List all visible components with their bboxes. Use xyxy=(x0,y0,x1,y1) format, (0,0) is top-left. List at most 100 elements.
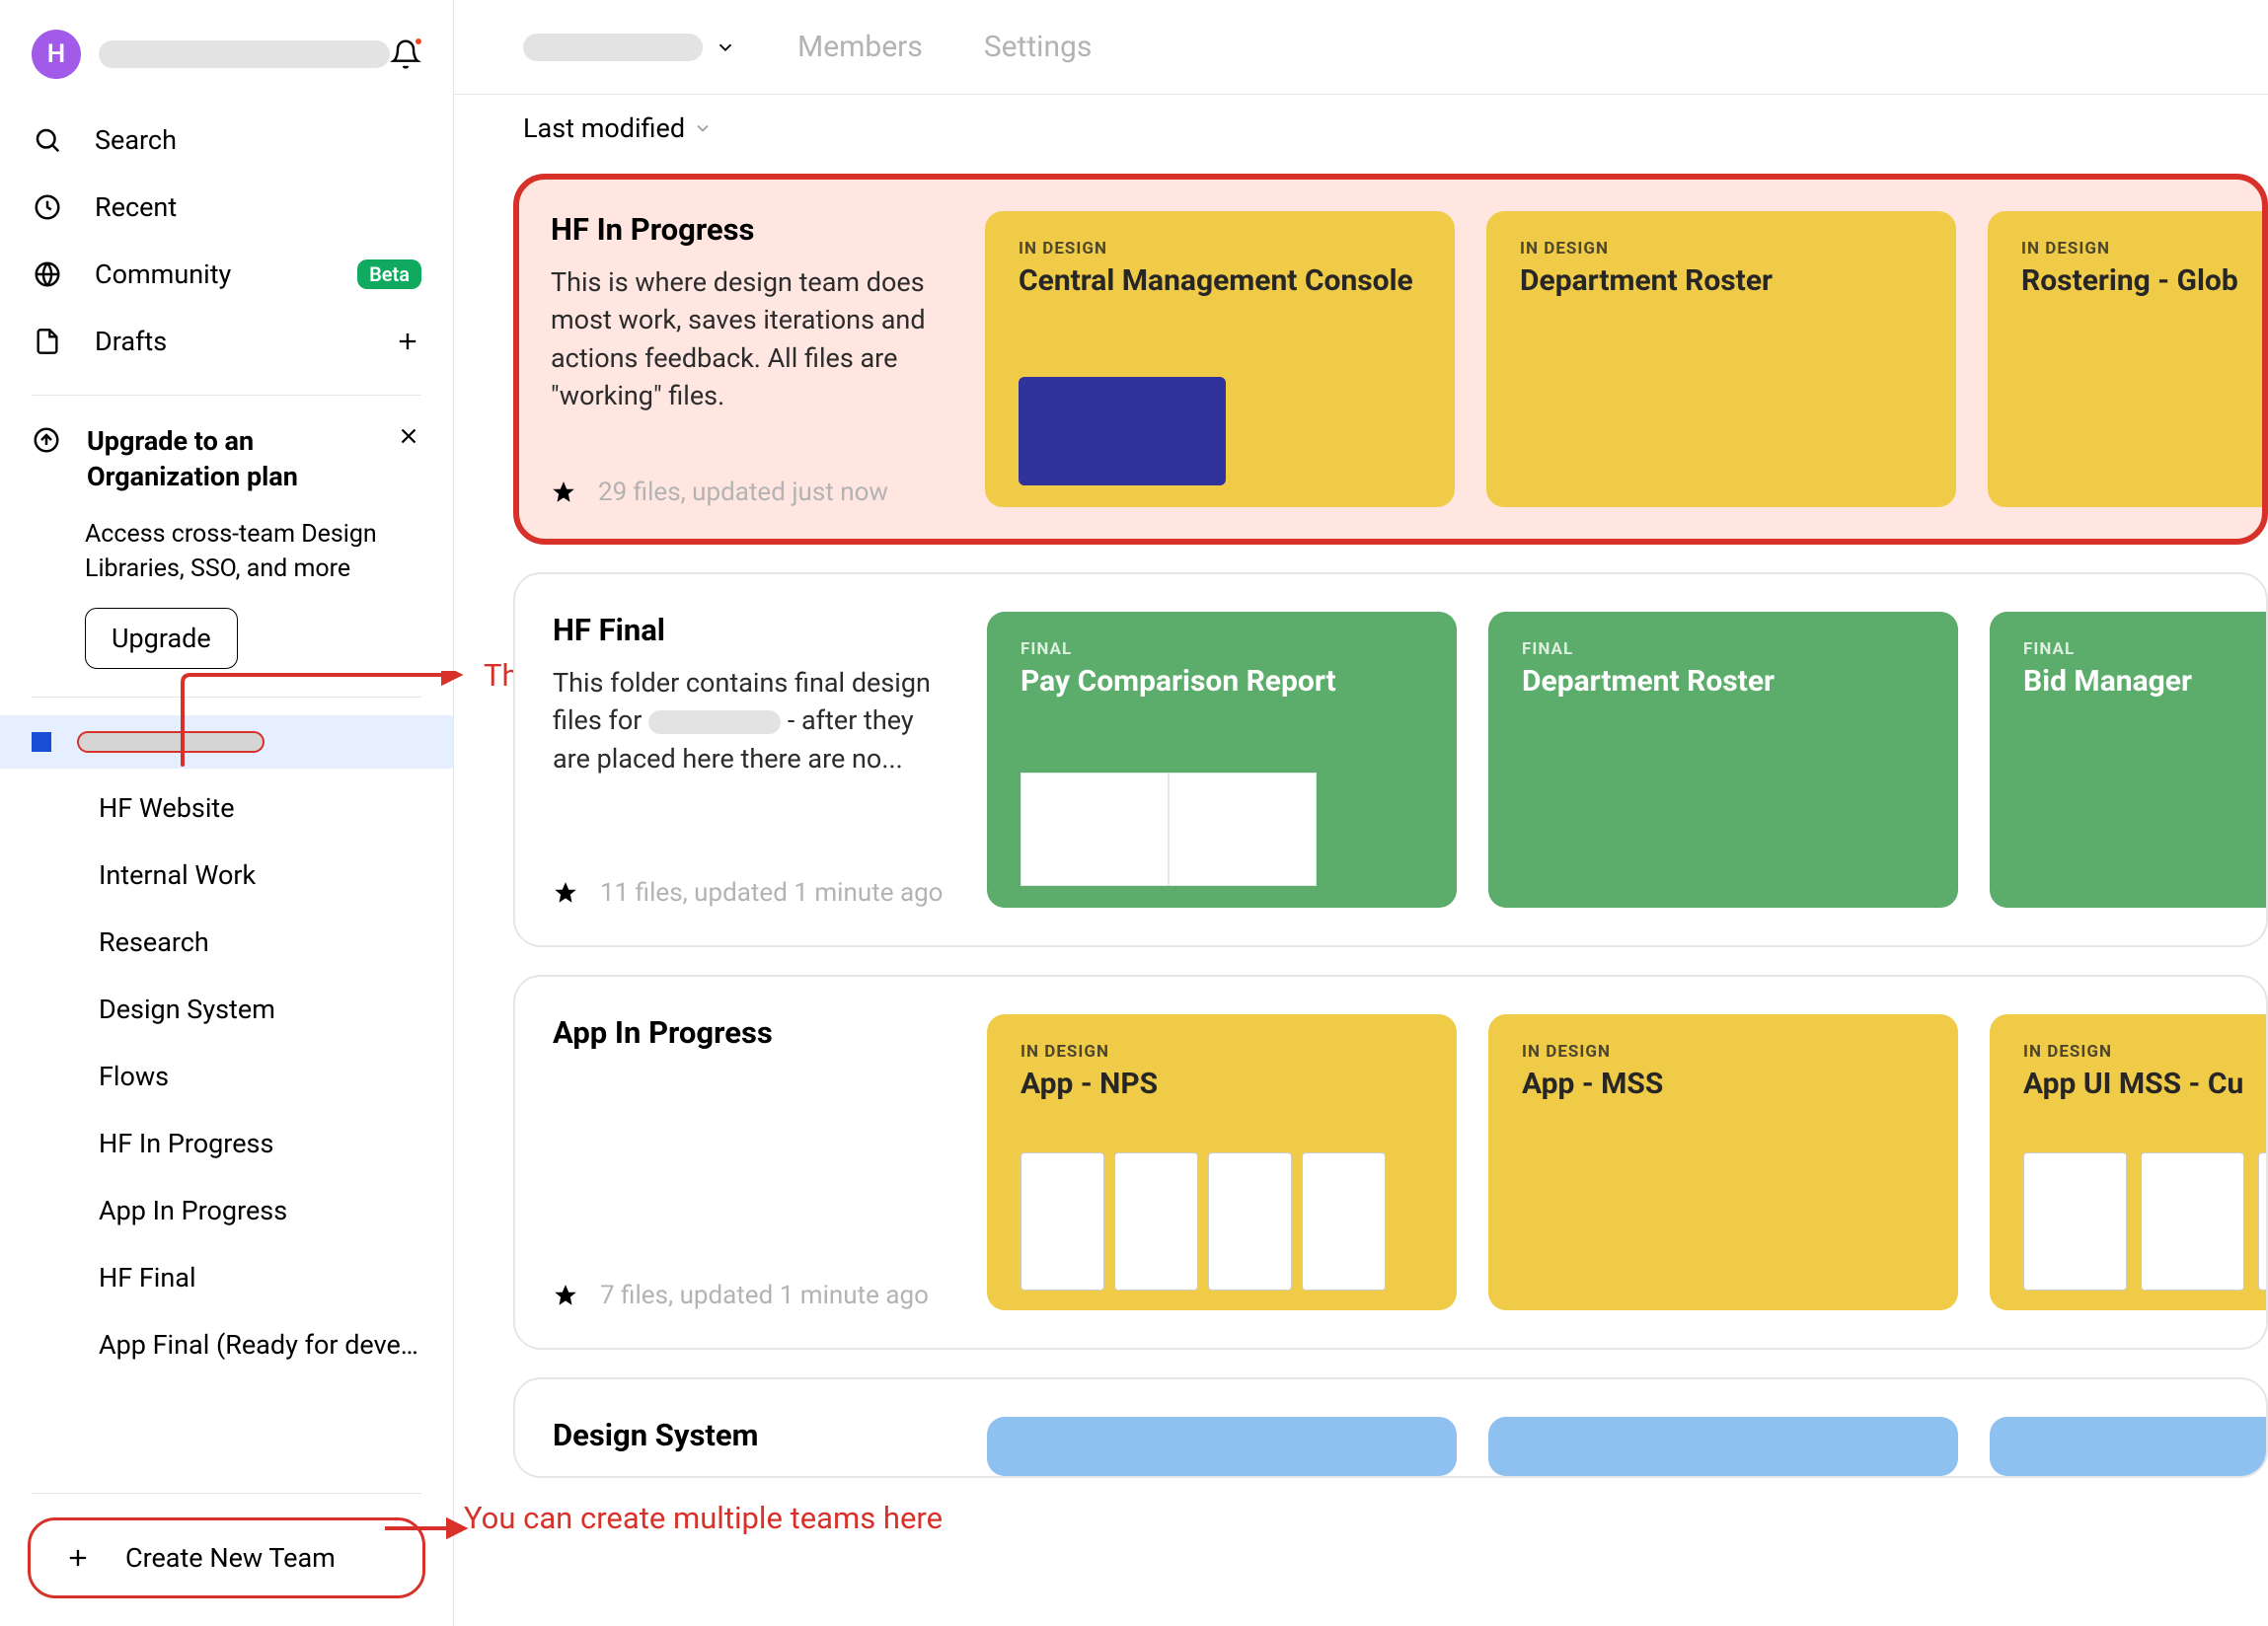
tile-title: Pay Comparison Report xyxy=(1021,665,1423,700)
divider xyxy=(32,1493,421,1494)
upgrade-button[interactable]: Upgrade xyxy=(85,608,238,669)
search-icon xyxy=(32,125,63,155)
project-title: Design System xyxy=(553,1417,957,1453)
tile-title: Rostering - Glob xyxy=(2021,264,2262,299)
file-tile[interactable]: FINAL Pay Comparison Report xyxy=(987,612,1457,908)
project-footer: 7 files, updated 1 minute ago xyxy=(553,1281,957,1310)
sidebar-project-item[interactable]: HF In Progress xyxy=(0,1110,453,1177)
tile-title: App - MSS xyxy=(1522,1068,1925,1102)
create-team-button[interactable]: Create New Team xyxy=(28,1517,425,1598)
content: HF In Progress This is where design team… xyxy=(454,174,2268,1537)
sort-dropdown[interactable]: Last modified xyxy=(454,95,2268,150)
file-tile[interactable]: IN DESIGN Central Management Console xyxy=(985,211,1455,507)
sidebar-item-search[interactable]: Search xyxy=(0,107,453,174)
tile-title: Department Roster xyxy=(1522,665,1925,700)
chevron-down-icon xyxy=(693,118,713,138)
project-card-highlighted[interactable]: HF In Progress This is where design team… xyxy=(513,174,2268,545)
new-draft-button[interactable] xyxy=(394,328,421,355)
project-card[interactable]: HF Final This folder contains final desi… xyxy=(513,572,2268,947)
user-name-placeholder xyxy=(99,40,390,68)
sidebar-project-item[interactable]: App Final (Ready for devel... xyxy=(0,1311,453,1378)
file-tile[interactable] xyxy=(1488,1417,1958,1476)
project-footer: 11 files, updated 1 minute ago xyxy=(553,878,957,908)
tile-title: Bid Manager xyxy=(2023,665,2266,700)
tile-thumbnail xyxy=(1019,377,1226,485)
star-icon[interactable] xyxy=(553,1283,578,1308)
avatar[interactable]: H xyxy=(32,30,81,79)
tile-tag: IN DESIGN xyxy=(1520,239,1923,259)
project-footer-text: 11 files, updated 1 minute ago xyxy=(600,878,944,908)
tab-settings[interactable]: Settings xyxy=(984,30,1093,64)
tile-tag: FINAL xyxy=(1522,639,1925,659)
project-title: App In Progress xyxy=(553,1014,957,1051)
redacted-placeholder xyxy=(648,710,781,734)
close-icon xyxy=(396,423,421,449)
upgrade-title: Upgrade to an Organization plan xyxy=(87,423,396,495)
file-icon xyxy=(32,327,63,356)
arrow-up-circle-icon xyxy=(32,425,61,455)
org-dropdown[interactable] xyxy=(715,37,736,58)
tile-tag: IN DESIGN xyxy=(2021,239,2262,259)
tile-title: Department Roster xyxy=(1520,264,1923,299)
upgrade-block: Upgrade to an Organization plan Access c… xyxy=(0,396,453,697)
sidebar-item-community[interactable]: Community Beta xyxy=(0,241,453,308)
file-tile[interactable]: FINAL Department Roster xyxy=(1488,612,1958,908)
plus-icon xyxy=(62,1544,94,1572)
team-color-swatch-icon xyxy=(32,732,51,752)
tile-title: Central Management Console xyxy=(1019,264,1421,299)
file-tile[interactable] xyxy=(987,1417,1457,1476)
tile-tag: IN DESIGN xyxy=(1021,1042,1423,1062)
tile-tag: IN DESIGN xyxy=(2023,1042,2266,1062)
project-desc: This folder contains final design files … xyxy=(553,664,957,777)
tab-members[interactable]: Members xyxy=(797,30,923,64)
sidebar-item-label: Drafts xyxy=(95,326,167,357)
project-card[interactable]: Design System xyxy=(513,1377,2268,1478)
sort-label: Last modified xyxy=(523,112,685,144)
project-card[interactable]: App In Progress 7 files, updated 1 minut… xyxy=(513,975,2268,1350)
annotation-arrow-icon xyxy=(173,671,498,789)
file-tile[interactable]: IN DESIGN App UI MSS - Cu xyxy=(1990,1014,2266,1310)
project-title: HF In Progress xyxy=(551,211,955,248)
sidebar-item-label: Recent xyxy=(95,191,177,223)
project-title: HF Final xyxy=(553,612,957,648)
tile-thumbnail xyxy=(2023,1152,2266,1291)
chevron-down-icon xyxy=(715,37,736,58)
file-tile[interactable]: IN DESIGN App - NPS xyxy=(987,1014,1457,1310)
sidebar-project-item[interactable]: Research xyxy=(0,909,453,976)
project-footer: 29 files, updated just now xyxy=(551,478,955,507)
file-tile[interactable] xyxy=(1990,1417,2266,1476)
sidebar-project-item[interactable]: Design System xyxy=(0,976,453,1043)
sidebar-project-item[interactable]: App In Progress xyxy=(0,1177,453,1244)
beta-badge: Beta xyxy=(357,259,421,289)
tile-thumbnail xyxy=(1021,1152,1386,1291)
file-tile[interactable]: FINAL Bid Manager xyxy=(1990,612,2266,908)
tile-title: App UI MSS - Cu xyxy=(2023,1068,2266,1102)
file-tile[interactable]: IN DESIGN Department Roster xyxy=(1486,211,1956,507)
tile-tag: IN DESIGN xyxy=(1019,239,1421,259)
sidebar-projects: HF Website Internal Work Research Design… xyxy=(0,769,453,1378)
tile-tag: IN DESIGN xyxy=(1522,1042,1925,1062)
sidebar-nav: Search Recent Community Beta Drafts xyxy=(0,107,453,395)
sidebar-project-item[interactable]: Flows xyxy=(0,1043,453,1110)
project-footer-text: 29 files, updated just now xyxy=(598,478,888,507)
sidebar-project-item[interactable]: HF Final xyxy=(0,1244,453,1311)
file-tile[interactable]: IN DESIGN Rostering - Glob xyxy=(1988,211,2262,507)
org-name-placeholder xyxy=(523,34,703,61)
sidebar-header: H xyxy=(0,0,453,107)
sidebar-item-drafts[interactable]: Drafts xyxy=(0,308,453,375)
star-icon[interactable] xyxy=(551,480,576,505)
notifications-button[interactable] xyxy=(390,38,421,70)
clock-icon xyxy=(32,192,63,222)
create-team-label: Create New Team xyxy=(125,1542,336,1574)
tile-tag: FINAL xyxy=(2023,639,2266,659)
tile-title: App - NPS xyxy=(1021,1068,1423,1102)
sidebar-item-recent[interactable]: Recent xyxy=(0,174,453,241)
globe-icon xyxy=(32,259,63,289)
project-footer-text: 7 files, updated 1 minute ago xyxy=(600,1281,929,1310)
plus-icon xyxy=(394,328,421,355)
project-desc: This is where design team does most work… xyxy=(551,263,955,414)
sidebar-project-item[interactable]: Internal Work xyxy=(0,842,453,909)
file-tile[interactable]: IN DESIGN App - MSS xyxy=(1488,1014,1958,1310)
star-icon[interactable] xyxy=(553,880,578,906)
upgrade-close-button[interactable] xyxy=(396,423,421,449)
